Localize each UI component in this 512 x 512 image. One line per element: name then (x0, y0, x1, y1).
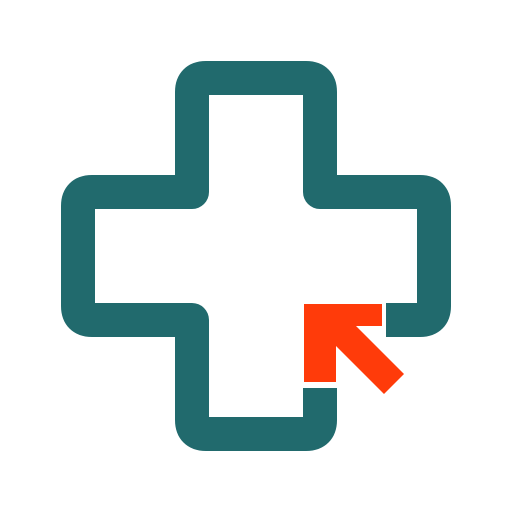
medical-cross-cursor-icon (61, 61, 451, 451)
logo-canvas (0, 0, 512, 512)
